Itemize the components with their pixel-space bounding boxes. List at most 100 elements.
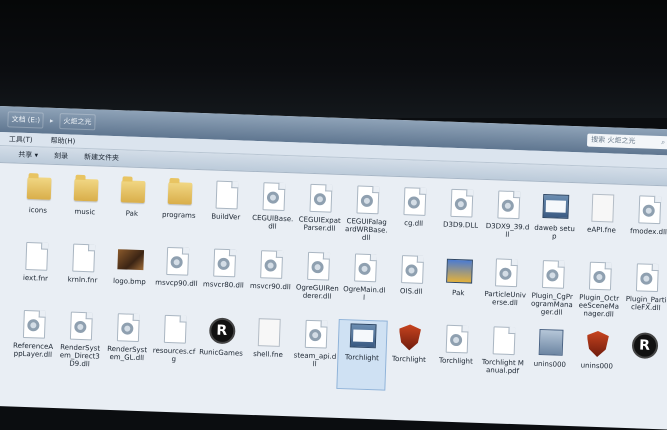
file-item[interactable]: BuildVer: [201, 179, 250, 249]
dll-icon: [307, 183, 334, 214]
file-name: msvcp90.dll: [155, 278, 198, 289]
file-item[interactable]: music: [60, 174, 109, 244]
file-item[interactable]: shell.fne: [243, 317, 292, 387]
burn-button[interactable]: 刻录: [54, 151, 68, 161]
dll-icon: [114, 312, 141, 343]
file-item[interactable]: iext.fnr: [11, 241, 60, 311]
screen-bezel: [0, 0, 667, 118]
file-name: Pak: [125, 209, 139, 218]
file-item[interactable]: daweb setup: [530, 191, 579, 261]
file-item[interactable]: Torchlight: [431, 323, 480, 393]
breadcrumb-separator: ▸: [49, 116, 54, 125]
file-item[interactable]: cg.dll: [389, 186, 438, 256]
dll-icon: [401, 186, 428, 217]
runic-icon: R: [631, 330, 658, 361]
file-name: RenderSystem_Direct3D9.dll: [59, 343, 101, 369]
file-item[interactable]: D3D9.DLL: [436, 187, 485, 257]
dll-icon: [443, 324, 470, 355]
file-name: unins000: [580, 361, 614, 371]
file-name: unins000: [533, 359, 567, 369]
runic-icon: R: [208, 315, 236, 346]
file-item[interactable]: Plugin_OctreeSceneManager.dll: [575, 260, 624, 330]
file-name: icons: [28, 206, 48, 215]
breadcrumb-drive[interactable]: 文档 (E:): [7, 111, 45, 129]
new-folder-button[interactable]: 新建文件夹: [84, 152, 119, 163]
file-name: ReferenceAppLayer.dll: [12, 341, 54, 359]
file-item[interactable]: ParticleUniverse.dll: [481, 257, 530, 327]
archive-icon: [445, 256, 473, 287]
file-item[interactable]: Torchlight Manual.pdf: [478, 325, 527, 395]
file-name: RenderSystem_GL.dll: [106, 344, 148, 363]
file-item[interactable]: eAPI.fne: [577, 192, 626, 262]
file-name: Plugin_CgProgramManager.dll: [530, 291, 573, 317]
file-item[interactable]: Pak: [434, 255, 483, 325]
dll-icon: [211, 247, 238, 278]
file-icon: [23, 241, 50, 272]
file-item[interactable]: R RunicGames: [196, 315, 245, 385]
search-input[interactable]: 搜索 火炬之光 ⌕: [586, 133, 667, 149]
file-item[interactable]: CEGUIFalagardWRBase.dll: [342, 184, 391, 254]
file-name: Plugin_ParticleFX.dll: [625, 294, 667, 313]
file-name: Torchlight: [391, 354, 426, 365]
file-item[interactable]: OgreGUIRenderer.dll: [293, 250, 342, 320]
file-item[interactable]: Plugin_CgProgramManager.dll: [528, 259, 577, 329]
file-item[interactable]: msvcr90.dll: [246, 249, 295, 319]
dll-icon: [586, 261, 613, 292]
file-item[interactable]: OgreMain.dll: [340, 252, 389, 322]
dll-icon: [352, 252, 379, 283]
file-name: fmodex.dll: [629, 227, 667, 237]
folder-icon: [25, 173, 52, 204]
file-name: RunicGames: [199, 348, 243, 358]
file-item[interactable]: krnln.fnr: [58, 242, 107, 312]
file-item[interactable]: Pak: [107, 176, 156, 246]
torchlight-icon: [396, 322, 423, 353]
search-placeholder: 搜索 火炬之光: [591, 135, 636, 146]
exe-icon: [541, 191, 569, 222]
file-item[interactable]: Torchlight: [336, 318, 388, 391]
file-item[interactable]: msvcr80.dll: [199, 247, 248, 317]
file-item[interactable]: unins000: [572, 328, 621, 398]
file-name: ParticleUniverse.dll: [484, 290, 527, 308]
file-grid: icons music Pak programs BuildVer CEGUIBase.d…: [9, 173, 667, 401]
file-item[interactable]: logo.bmp: [105, 244, 154, 314]
file-icon: [490, 325, 517, 356]
file-item[interactable]: ReferenceAppLayer.dll: [9, 309, 58, 379]
file-item[interactable]: Torchlight: [384, 322, 433, 392]
file-item[interactable]: resources.cfg: [149, 313, 198, 383]
file-name: iext.fnr: [22, 273, 49, 283]
file-item[interactable]: CEGUIExpatParser.dll: [295, 182, 344, 252]
exe-icon: [349, 320, 377, 351]
file-item[interactable]: steam_api.dll: [290, 318, 339, 388]
fne-icon: [589, 193, 616, 224]
file-icon: [161, 314, 188, 345]
file-item[interactable]: programs: [154, 178, 203, 248]
dll-icon: [20, 309, 47, 340]
file-item[interactable]: CEGUIBase.dll: [248, 181, 297, 251]
folder-icon: [166, 178, 193, 209]
breadcrumb-folder[interactable]: 火炬之光: [59, 113, 96, 131]
file-item[interactable]: OIS.dll: [387, 254, 436, 324]
file-name: OgreGUIRenderer.dll: [295, 283, 339, 301]
file-name: krnln.fnr: [67, 275, 98, 285]
file-name: [622, 363, 666, 365]
file-item[interactable]: icons: [13, 173, 62, 243]
file-item[interactable]: RenderSystem_Direct3D9.dll: [56, 310, 105, 380]
file-item[interactable]: Plugin_ParticleFX.dll: [622, 262, 667, 332]
file-name: music: [74, 207, 96, 217]
file-name: CEGUIExpatParser.dll: [298, 215, 341, 233]
torchlight-icon: [584, 329, 611, 360]
file-item[interactable]: RenderSystem_GL.dll: [103, 312, 152, 382]
file-item[interactable]: fmodex.dll: [624, 194, 667, 264]
file-name: programs: [161, 210, 196, 220]
file-item[interactable]: D3DX9_39.dll: [483, 189, 532, 259]
menu-tools[interactable]: 工具(T): [9, 134, 33, 145]
file-item[interactable]: unins000: [525, 327, 574, 397]
file-icon: [70, 243, 97, 274]
file-item[interactable]: msvcp90.dll: [152, 245, 201, 315]
menu-help[interactable]: 帮助(H): [50, 135, 75, 146]
file-item[interactable]: R: [619, 330, 667, 400]
unins-icon: [537, 327, 564, 358]
dll-icon: [258, 249, 285, 280]
explorer-window: 文档 (E:) ▸ 火炬之光 搜索 火炬之光 ⌕ 工具(T) 帮助(H) 共享 …: [0, 106, 667, 430]
share-button[interactable]: 共享 ▾: [18, 150, 38, 161]
